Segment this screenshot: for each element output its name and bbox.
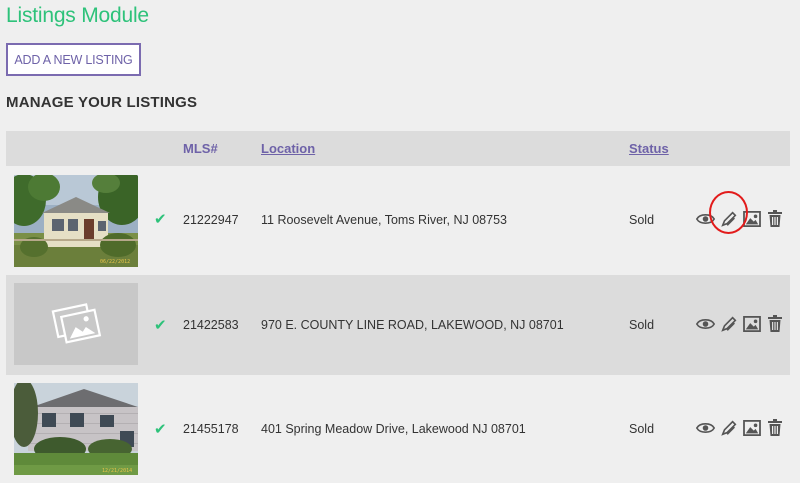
image-icon[interactable] [742,209,761,228]
image-placeholder-icon [51,303,102,344]
header-mls: MLS# [183,141,218,156]
listings-table: MLS# Location Status 06/22/2012 ✔ 212229… [6,131,790,483]
row-actions [696,418,784,437]
row-actions [696,209,784,228]
listing-photo[interactable]: 06/22/2012 [14,175,138,267]
pencil-icon[interactable] [719,418,738,437]
pencil-icon[interactable] [719,209,738,228]
photo-date-stamp: 06/22/2012 [100,259,130,265]
image-icon[interactable] [742,314,761,333]
check-icon: ✔ [154,421,167,438]
add-listing-button[interactable]: ADD A NEW LISTING [6,43,141,76]
table-row: 12/21/2014 ✔ 21455178 401 Spring Meadow … [6,383,790,483]
trash-icon[interactable] [765,314,784,333]
table-row: 06/22/2012 ✔ 21222947 11 Roosevelt Avenu… [6,166,790,275]
header-status-sort-link[interactable]: Status [629,141,669,156]
eye-icon[interactable] [696,314,715,333]
pencil-icon[interactable] [719,314,738,333]
row-actions [696,314,784,333]
table-header: MLS# Location Status [6,131,790,166]
listing-photo-placeholder[interactable] [14,283,138,365]
listing-photo[interactable]: 12/21/2014 [14,383,138,475]
page-title: Listings Module [6,4,149,27]
trash-icon[interactable] [765,418,784,437]
table-row: ✔ 21422583 970 E. COUNTY LINE ROAD, LAKE… [6,275,790,375]
check-icon: ✔ [154,317,167,334]
section-title: MANAGE YOUR LISTINGS [6,94,198,111]
eye-icon[interactable] [696,209,715,228]
listing-location: 970 E. COUNTY LINE ROAD, LAKEWOOD, NJ 08… [261,318,564,332]
listing-location: 401 Spring Meadow Drive, Lakewood NJ 087… [261,422,526,436]
eye-icon[interactable] [696,418,715,437]
header-location-sort-link[interactable]: Location [261,141,315,156]
image-icon[interactable] [742,418,761,437]
mls-number: 21422583 [183,318,239,332]
listing-status: Sold [629,318,655,332]
check-icon: ✔ [154,211,167,228]
listing-status: Sold [629,213,655,227]
mls-number: 21222947 [183,213,239,227]
mls-number: 21455178 [183,422,239,436]
listing-location: 11 Roosevelt Avenue, Toms River, NJ 0875… [261,213,507,227]
trash-icon[interactable] [765,209,784,228]
listing-status: Sold [629,422,655,436]
photo-date-stamp: 12/21/2014 [102,468,132,474]
